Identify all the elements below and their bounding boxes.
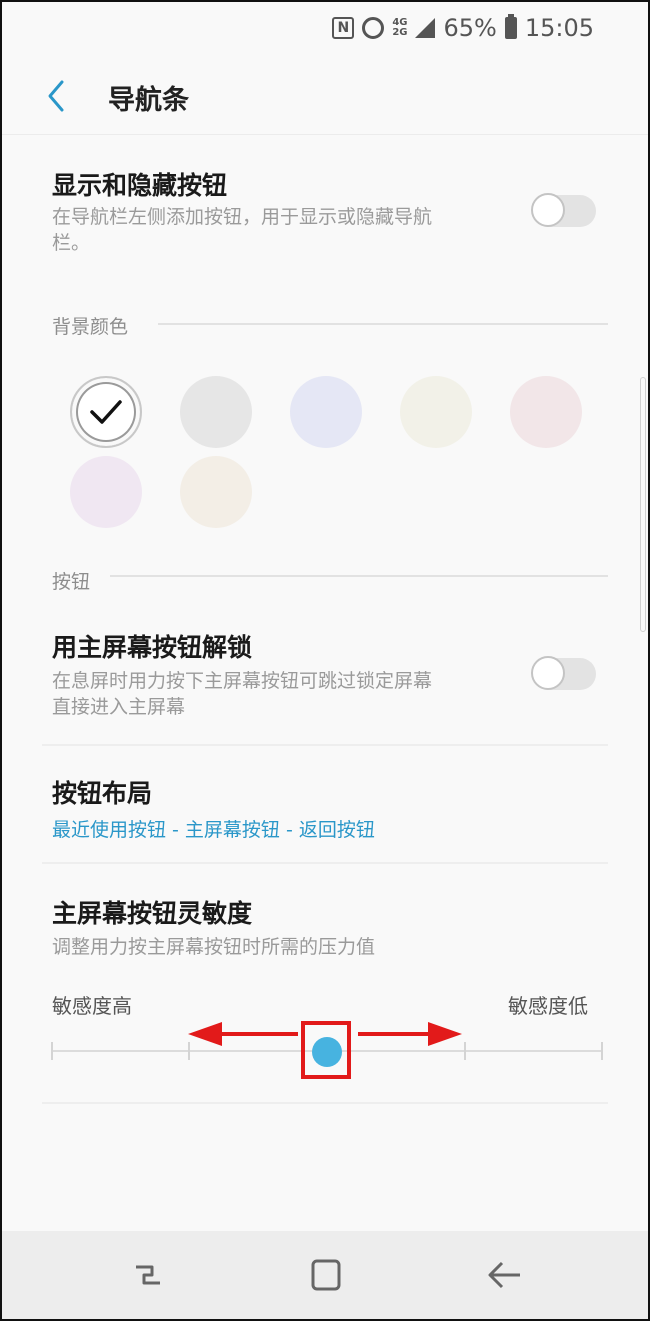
scrollbar[interactable] <box>640 377 646 632</box>
status-icons: N 4G 2G 65% 15:05 <box>332 14 594 42</box>
recents-button[interactable] <box>126 1253 170 1297</box>
row-divider <box>42 1102 608 1104</box>
sensitivity-high-label: 敏感度高 <box>52 994 132 1018</box>
show-hide-subtitle-line2: 栏。 <box>52 232 91 254</box>
battery-icon <box>504 14 517 39</box>
slider-tick <box>51 1042 53 1060</box>
section-divider <box>110 575 608 577</box>
network-bottom-label: 2G <box>392 27 408 38</box>
battery-percent: 65% <box>443 14 497 42</box>
nav-back-button[interactable] <box>482 1253 526 1297</box>
show-hide-title: 显示和隐藏按钮 <box>52 171 228 200</box>
annotation-highlight-box <box>301 1021 351 1079</box>
swatch-light-beige[interactable] <box>180 456 252 528</box>
chevron-left-icon <box>48 80 64 112</box>
swatch-light-gray[interactable] <box>180 376 252 448</box>
home-sensitivity-subtitle: 调整用力按主屏幕按钮时所需的压力值 <box>52 936 376 958</box>
show-hide-toggle[interactable] <box>531 193 596 227</box>
signal-icon <box>415 18 436 38</box>
toggle-knob <box>531 656 565 690</box>
toggle-knob <box>531 193 565 227</box>
page-title: 导航条 <box>108 85 189 116</box>
slider-tick <box>601 1042 603 1060</box>
unlock-home-title: 用主屏幕按钮解锁 <box>52 633 253 662</box>
unlock-home-toggle[interactable] <box>531 656 596 690</box>
row-divider <box>42 744 608 746</box>
home-icon <box>311 1259 341 1291</box>
buttons-section-label: 按钮 <box>52 571 91 593</box>
swatch-light-pink[interactable] <box>510 376 582 448</box>
screen: N 4G 2G 65% 15:05 导航条 显示和隐藏按钮 在导航栏左侧添加按钮… <box>0 0 650 1321</box>
swatch-white[interactable] <box>70 376 142 448</box>
nfc-icon: N <box>332 17 355 39</box>
swatch-light-cream[interactable] <box>400 376 472 448</box>
network-type-icon: 4G 2G <box>392 18 407 38</box>
swatch-light-lavender[interactable] <box>70 456 142 528</box>
background-color-section-label: 背景颜色 <box>52 316 129 338</box>
check-icon <box>90 400 122 424</box>
row-divider <box>42 862 608 864</box>
recents-icon <box>136 1265 160 1285</box>
section-divider <box>158 323 608 325</box>
alarm-icon <box>362 17 385 39</box>
clock: 15:05 <box>524 14 594 42</box>
app-header: 导航条 <box>2 58 648 135</box>
unlock-home-subtitle-line1: 在息屏时用力按下主屏幕按钮可跳过锁定屏幕 <box>52 670 433 692</box>
show-hide-subtitle-line1: 在导航栏左侧添加按钮，用于显示或隐藏导航 <box>52 206 433 228</box>
back-arrow-icon <box>488 1261 520 1289</box>
home-sensitivity-title: 主屏幕按钮灵敏度 <box>52 899 253 928</box>
unlock-home-subtitle-line2: 直接进入主屏幕 <box>52 696 186 718</box>
back-button[interactable] <box>42 76 78 116</box>
home-button[interactable] <box>304 1253 348 1297</box>
button-layout-title: 按钮布局 <box>52 779 153 808</box>
swatch-light-blue[interactable] <box>290 376 362 448</box>
status-bar: N 4G 2G 65% 15:05 <box>2 2 648 58</box>
navigation-bar <box>2 1231 648 1319</box>
sensitivity-low-label: 敏感度低 <box>508 994 588 1018</box>
button-layout-value: 最近使用按钮 - 主屏幕按钮 - 返回按钮 <box>52 819 375 841</box>
